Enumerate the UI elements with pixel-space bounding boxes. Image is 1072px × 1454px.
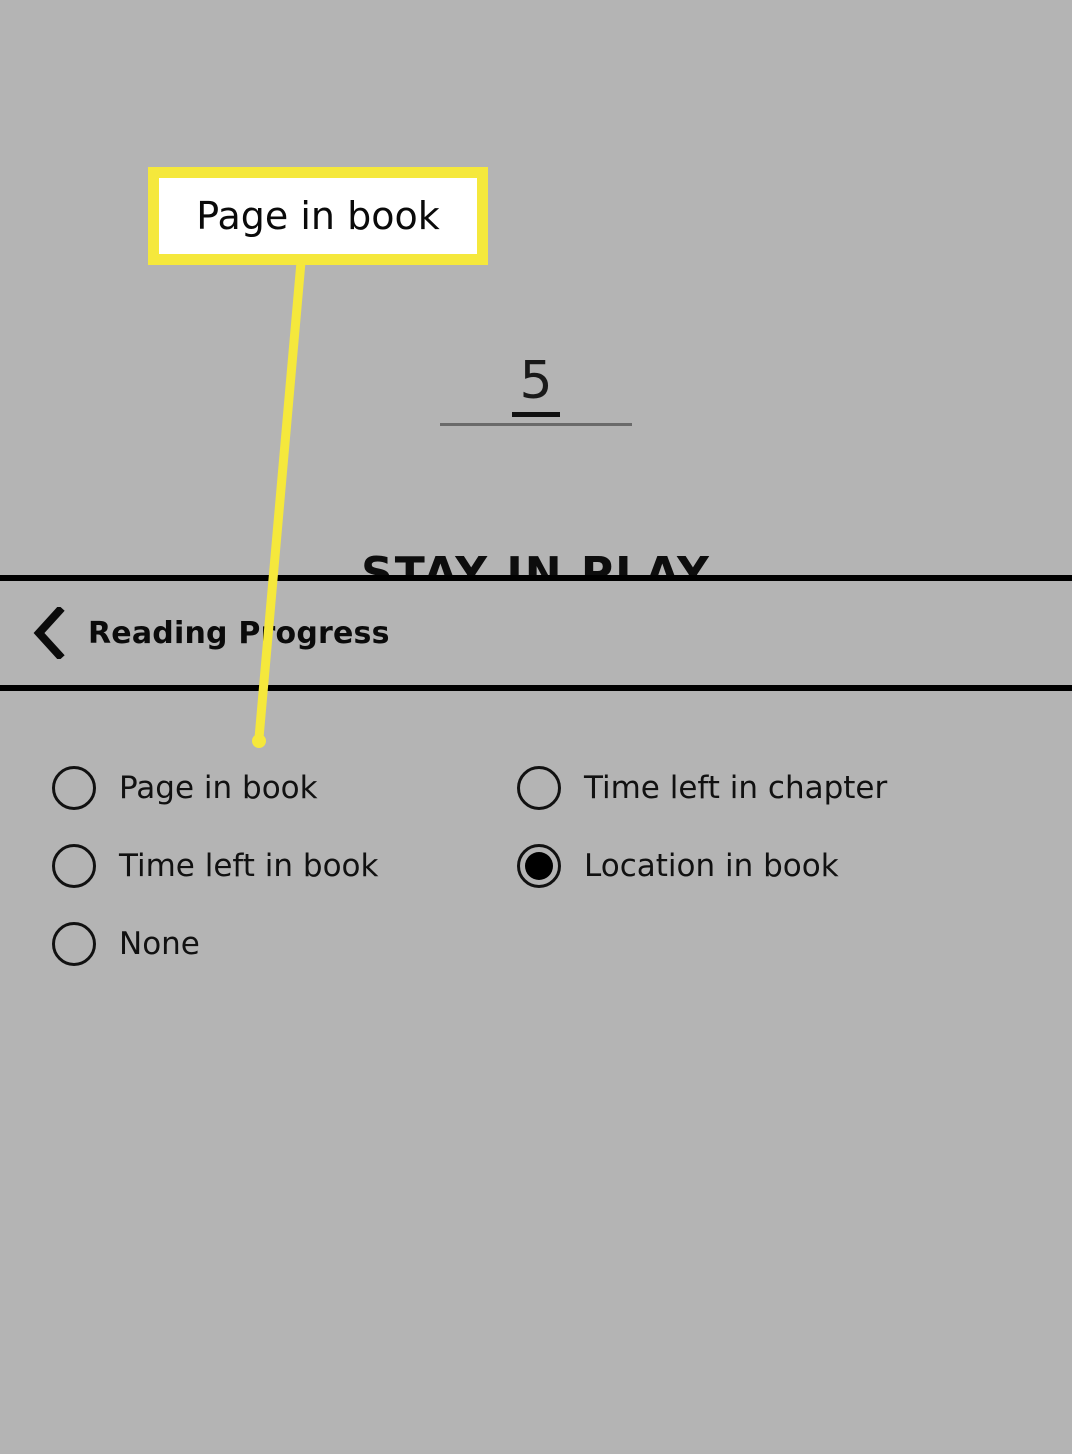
option-none[interactable]: None <box>0 905 505 983</box>
page-number-rule <box>440 423 632 426</box>
page-number-block: 5 <box>440 352 632 417</box>
chevron-left-icon <box>32 607 66 659</box>
radio-indicator-page-in-book[interactable] <box>52 766 96 810</box>
reading-progress-panel: Reading Progress Page in book Time left … <box>0 575 1072 1454</box>
option-label: None <box>119 926 200 962</box>
radio-indicator-time-left-in-book[interactable] <box>52 844 96 888</box>
option-label: Time left in book <box>119 848 379 884</box>
page-number-value: 5 <box>512 352 560 417</box>
option-row: None <box>0 905 1072 983</box>
reading-progress-options: Page in book Time left in chapter Time l… <box>0 691 1072 983</box>
back-button[interactable] <box>18 602 80 664</box>
option-label: Page in book <box>119 770 318 806</box>
option-time-left-in-book[interactable]: Time left in book <box>0 827 505 905</box>
option-row: Time left in book Location in book <box>0 827 1072 905</box>
option-row: Page in book Time left in chapter <box>0 749 1072 827</box>
radio-indicator-none[interactable] <box>52 922 96 966</box>
panel-header: Reading Progress <box>0 581 1072 691</box>
option-time-left-in-chapter[interactable]: Time left in chapter <box>505 749 1010 827</box>
panel-title: Reading Progress <box>88 615 390 651</box>
option-label: Time left in chapter <box>584 770 888 806</box>
option-label: Location in book <box>584 848 839 884</box>
option-page-in-book[interactable]: Page in book <box>0 749 505 827</box>
radio-indicator-location-in-book[interactable] <box>517 844 561 888</box>
radio-indicator-time-left-in-chapter[interactable] <box>517 766 561 810</box>
option-location-in-book[interactable]: Location in book <box>505 827 1010 905</box>
